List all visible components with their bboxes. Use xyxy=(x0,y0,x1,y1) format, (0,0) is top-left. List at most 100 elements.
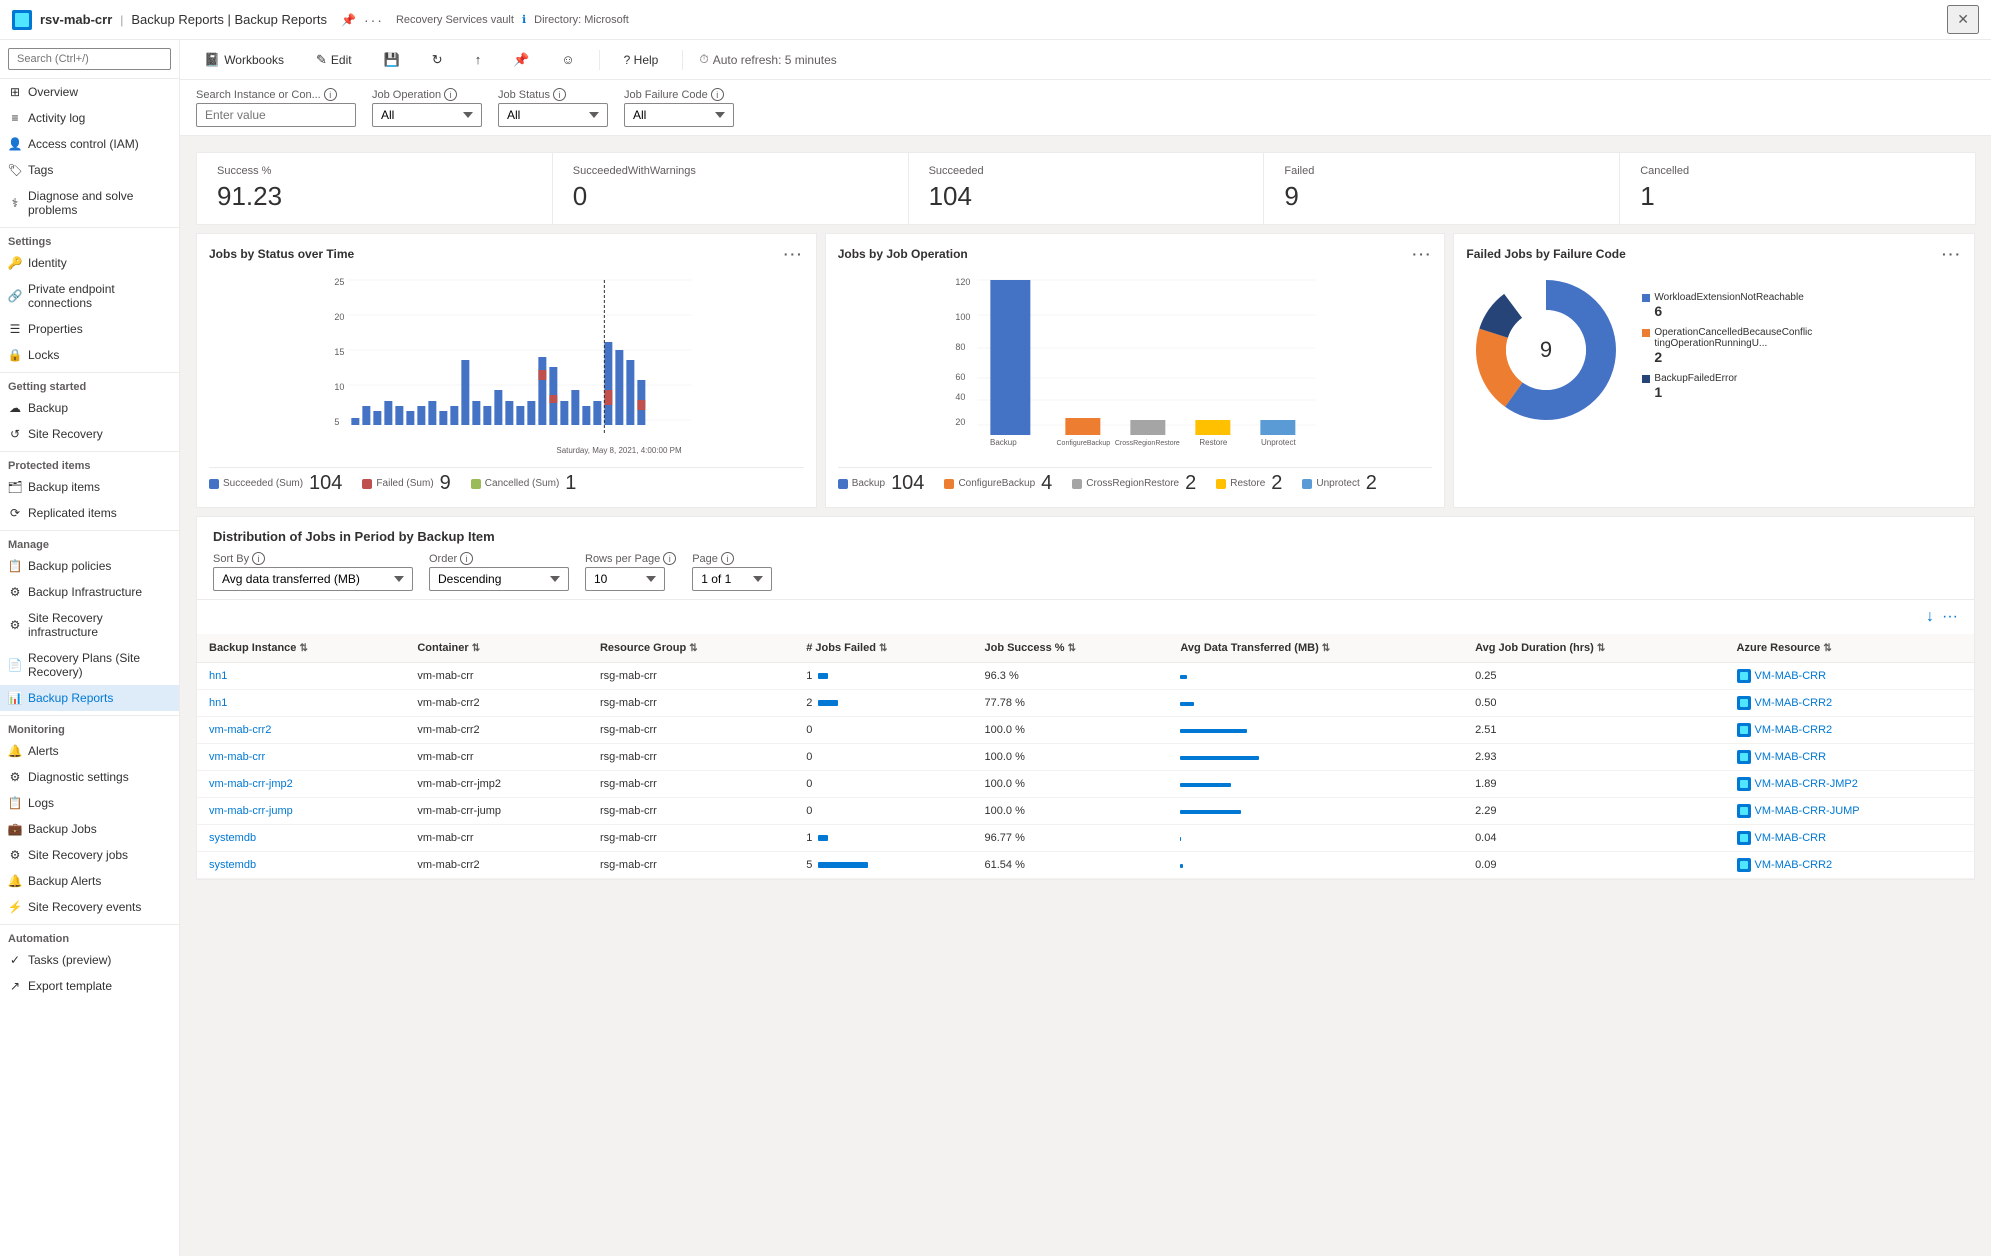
sidebar-label-export-template: Export template xyxy=(28,979,112,993)
instance-link-4[interactable]: vm-mab-crr-jmp2 xyxy=(209,778,293,790)
sidebar-search-input[interactable] xyxy=(8,48,171,70)
sidebar-item-tasks[interactable]: ✓Tasks (preview) xyxy=(0,947,179,973)
sort-container[interactable]: ⇅ xyxy=(472,643,480,654)
sidebar-item-site-recovery-jobs[interactable]: ⚙Site Recovery jobs xyxy=(0,842,179,868)
az-resource-name-6: VM-MAB-CRR xyxy=(1755,832,1827,844)
sort-avg-data[interactable]: ⇅ xyxy=(1322,643,1330,654)
instance-link-1[interactable]: hn1 xyxy=(209,697,227,709)
sort-avg-duration[interactable]: ⇅ xyxy=(1597,643,1605,654)
sort-backup-instance[interactable]: ⇅ xyxy=(299,643,307,654)
sidebar-item-private-endpoint[interactable]: 🔗Private endpoint connections xyxy=(0,276,179,316)
sidebar-item-site-recovery-events[interactable]: ⚡Site Recovery events xyxy=(0,894,179,920)
download-button[interactable]: ↓ xyxy=(1926,608,1934,626)
rows-per-page-select[interactable]: 10 xyxy=(585,567,665,591)
sidebar-item-backup-jobs[interactable]: 💼Backup Jobs xyxy=(0,816,179,842)
filter-job-status-info[interactable]: i xyxy=(553,88,566,101)
pin-button[interactable]: 📌 xyxy=(505,48,537,72)
sum-label-1: Failed (Sum) xyxy=(376,478,433,489)
sidebar-item-tags[interactable]: 🏷Tags xyxy=(0,157,179,183)
help-button[interactable]: ? Help xyxy=(616,49,667,71)
sidebar-icon-backup: ☁ xyxy=(8,401,22,415)
jobs-by-operation-more[interactable]: ··· xyxy=(1412,246,1432,262)
sidebar-label-replicated-items: Replicated items xyxy=(28,506,117,520)
sidebar-item-diagnostic-settings[interactable]: ⚙Diagnostic settings xyxy=(0,764,179,790)
feedback-button[interactable]: ☺ xyxy=(553,48,582,71)
auto-refresh: ⏱ Auto refresh: 5 minutes xyxy=(699,52,836,67)
instance-link-0[interactable]: hn1 xyxy=(209,670,227,682)
sidebar-item-backup-infrastructure[interactable]: ⚙Backup Infrastructure xyxy=(0,579,179,605)
instance-link-7[interactable]: systemdb xyxy=(209,859,256,871)
sidebar-item-properties[interactable]: ☰Properties xyxy=(0,316,179,342)
save-button[interactable]: 💾 xyxy=(376,48,408,72)
sidebar-item-backup[interactable]: ☁Backup xyxy=(0,395,179,421)
page-select[interactable]: 1 of 1 xyxy=(692,567,772,591)
sum-dot-1 xyxy=(362,479,372,489)
edit-button[interactable]: ✎ Edit xyxy=(308,48,360,72)
sort-resource-group[interactable]: ⇅ xyxy=(689,643,697,654)
order-info[interactable]: i xyxy=(460,552,473,565)
sidebar-item-locks[interactable]: 🔒Locks xyxy=(0,342,179,368)
stat-value-2: 104 xyxy=(929,181,1244,212)
instance-link-5[interactable]: vm-mab-crr-jump xyxy=(209,805,293,817)
sidebar-item-alerts[interactable]: 🔔Alerts xyxy=(0,738,179,764)
sidebar-item-backup-policies[interactable]: 📋Backup policies xyxy=(0,553,179,579)
instance-link-3[interactable]: vm-mab-crr xyxy=(209,751,265,763)
sort-jobs-failed[interactable]: ⇅ xyxy=(879,643,887,654)
sidebar-item-diagnose[interactable]: ⚕Diagnose and solve problems xyxy=(0,183,179,223)
table-more-button[interactable]: ··· xyxy=(1942,608,1958,626)
table-row: hn1 vm-mab-crr rsg-mab-crr 1 96.3 % 0.25… xyxy=(197,663,1974,690)
sidebar-item-backup-items[interactable]: 🗂Backup items xyxy=(0,474,179,500)
jobs-by-status-more[interactable]: ··· xyxy=(784,246,804,262)
filter-job-operation-info[interactable]: i xyxy=(444,88,457,101)
sidebar-item-replicated-items[interactable]: ⟳Replicated items xyxy=(0,500,179,526)
sum-dot-0 xyxy=(209,479,219,489)
instance-link-6[interactable]: systemdb xyxy=(209,832,256,844)
cell-container-0: vm-mab-crr xyxy=(405,663,588,690)
refresh-button[interactable]: ↻ xyxy=(424,48,451,72)
order-select[interactable]: Descending xyxy=(429,567,569,591)
filter-failure-code-select[interactable]: All xyxy=(624,103,734,127)
sidebar-item-overview[interactable]: ⊞Overview xyxy=(0,79,179,105)
filter-job-status-select[interactable]: All xyxy=(498,103,608,127)
sidebar-label-backup-infrastructure: Backup Infrastructure xyxy=(28,585,142,599)
jobs-by-operation-svg: 120 100 80 60 40 20 xyxy=(838,270,1433,460)
sort-by-info[interactable]: i xyxy=(252,552,265,565)
col-avg-data: Avg Data Transferred (MB) ⇅ xyxy=(1168,634,1463,663)
sidebar-item-logs[interactable]: 📋Logs xyxy=(0,790,179,816)
page-info[interactable]: i xyxy=(721,552,734,565)
legend-item-0: WorkloadExtensionNotReachable6 xyxy=(1642,292,1814,319)
op-value-1: 4 xyxy=(1041,472,1052,495)
filter-search-input[interactable] xyxy=(196,103,356,127)
rows-per-page-info[interactable]: i xyxy=(663,552,676,565)
sidebar-icon-private-endpoint: 🔗 xyxy=(8,289,22,303)
sidebar-item-iam[interactable]: 👤Access control (IAM) xyxy=(0,131,179,157)
sidebar-item-recovery-plans[interactable]: 📄Recovery Plans (Site Recovery) xyxy=(0,645,179,685)
filter-failure-code-info[interactable]: i xyxy=(711,88,724,101)
sort-job-success[interactable]: ⇅ xyxy=(1068,643,1076,654)
resource-name: rsv-mab-crr xyxy=(40,12,112,27)
sidebar-item-site-recovery-infrastructure[interactable]: ⚙Site Recovery infrastructure xyxy=(0,605,179,645)
workbooks-button[interactable]: 📓 Workbooks xyxy=(196,48,292,72)
sidebar-item-export-template[interactable]: ↗Export template xyxy=(0,973,179,999)
pin-icon[interactable]: 📌 xyxy=(341,13,356,27)
filter-search-info[interactable]: i xyxy=(324,88,337,101)
sort-by-label: Sort By i xyxy=(213,552,413,565)
failed-jobs-more[interactable]: ··· xyxy=(1942,246,1962,262)
more-options-icon[interactable]: ··· xyxy=(364,12,384,28)
pin-icon: 📌 xyxy=(513,52,529,68)
legend-dot-2 xyxy=(1642,375,1650,383)
share-button[interactable]: ↑ xyxy=(467,48,490,71)
sidebar-item-site-recovery[interactable]: ↺Site Recovery xyxy=(0,421,179,447)
auto-refresh-icon: ⏱ xyxy=(699,52,708,67)
instance-link-2[interactable]: vm-mab-crr2 xyxy=(209,724,271,736)
filter-job-operation-select[interactable]: All xyxy=(372,103,482,127)
sidebar-item-backup-alerts[interactable]: 🔔Backup Alerts xyxy=(0,868,179,894)
sort-azure-resource[interactable]: ⇅ xyxy=(1823,643,1831,654)
sort-by-select[interactable]: Avg data transferred (MB) xyxy=(213,567,413,591)
sidebar-item-activity-log[interactable]: ≡Activity log xyxy=(0,105,179,131)
close-button[interactable]: ✕ xyxy=(1947,5,1979,34)
cell-failed-4: 0 xyxy=(794,771,972,798)
sidebar-item-backup-reports[interactable]: 📊Backup Reports xyxy=(0,685,179,711)
sidebar-item-identity[interactable]: 🔑Identity xyxy=(0,250,179,276)
op-dot-1 xyxy=(944,479,954,489)
